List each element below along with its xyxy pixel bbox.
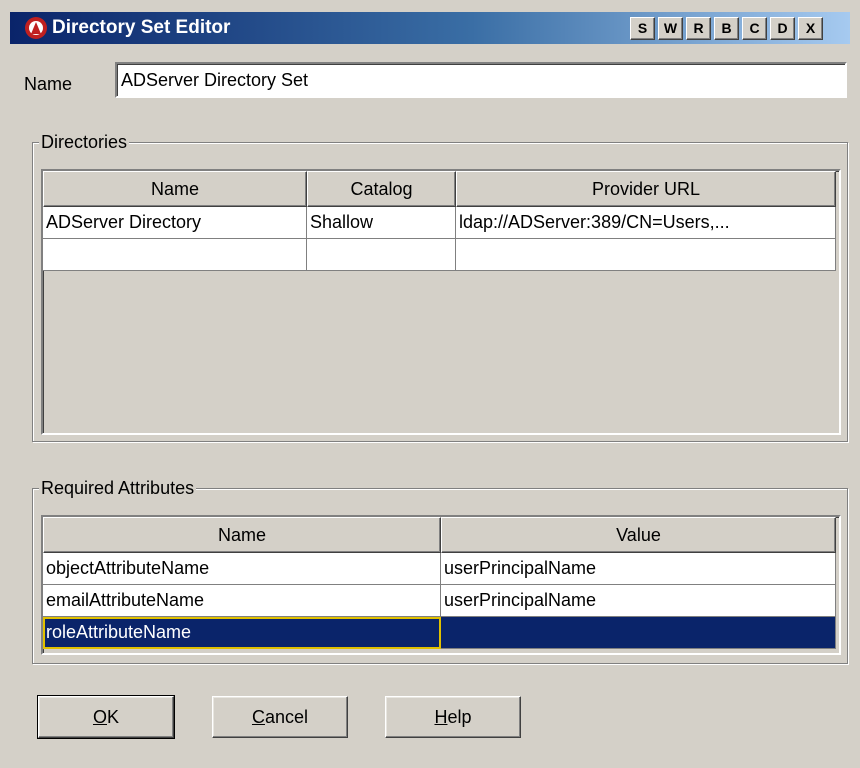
help-button-mnemonic: H bbox=[434, 707, 448, 727]
directory-provider-url-cell[interactable] bbox=[456, 239, 836, 271]
attribute-value-cell[interactable] bbox=[441, 617, 836, 649]
directory-name-cell[interactable]: ADServer Directory bbox=[43, 207, 307, 239]
attribute-name-cell[interactable]: objectAttributeName bbox=[43, 553, 441, 585]
attribute-value-cell[interactable]: userPrincipalName bbox=[441, 553, 836, 585]
window-title: Directory Set Editor bbox=[52, 17, 231, 38]
attribute-value-cell[interactable]: userPrincipalName bbox=[441, 585, 836, 617]
title-button-d[interactable]: D bbox=[770, 17, 795, 40]
cancel-button[interactable]: Cancel bbox=[212, 696, 348, 738]
directories-table-header: Name Catalog Provider URL bbox=[43, 171, 836, 207]
required-attributes-group: Required Attributes Name Value objectAtt… bbox=[32, 476, 848, 664]
attribute-name-cell[interactable]: emailAttributeName bbox=[43, 585, 441, 617]
title-button-s[interactable]: S bbox=[630, 17, 655, 40]
ok-button[interactable]: OK bbox=[37, 695, 175, 739]
title-button-w[interactable]: W bbox=[658, 17, 683, 40]
required-attributes-legend: Required Attributes bbox=[39, 476, 197, 500]
title-button-r[interactable]: R bbox=[686, 17, 711, 40]
help-button-label: elp bbox=[447, 707, 472, 727]
name-label: Name bbox=[24, 74, 73, 94]
table-row[interactable]: emailAttributeName userPrincipalName bbox=[43, 585, 836, 617]
table-row[interactable] bbox=[43, 239, 836, 271]
directory-set-editor-window: Directory Set Editor S W R B C D X Name … bbox=[0, 0, 860, 768]
directory-catalog-cell[interactable]: Shallow bbox=[307, 207, 456, 239]
directories-legend: Directories bbox=[39, 130, 130, 154]
ok-button-label: K bbox=[107, 707, 120, 727]
table-row[interactable]: ADServer Directory Shallow ldap://ADServ… bbox=[43, 207, 836, 239]
ok-button-mnemonic: O bbox=[92, 707, 107, 727]
title-bar-buttons: S W R B C D X bbox=[630, 17, 823, 40]
title-button-b[interactable]: B bbox=[714, 17, 739, 40]
column-header-name[interactable]: Name bbox=[43, 171, 307, 207]
column-header-value[interactable]: Value bbox=[441, 517, 836, 553]
close-button[interactable]: X bbox=[798, 17, 823, 40]
table-row-selected[interactable]: roleAttributeName bbox=[43, 617, 836, 649]
directory-provider-url-cell[interactable]: ldap://ADServer:389/CN=Users,... bbox=[456, 207, 836, 239]
title-bar[interactable]: Directory Set Editor S W R B C D X bbox=[10, 12, 850, 44]
column-header-name[interactable]: Name bbox=[43, 517, 441, 553]
directories-group: Directories Name Catalog Provider URL AD… bbox=[32, 130, 848, 442]
app-logo-icon bbox=[25, 17, 47, 39]
column-header-catalog[interactable]: Catalog bbox=[307, 171, 456, 207]
attribute-name-cell[interactable]: roleAttributeName bbox=[43, 617, 441, 649]
directory-catalog-cell[interactable] bbox=[307, 239, 456, 271]
directories-table[interactable]: Name Catalog Provider URL ADServer Direc… bbox=[41, 169, 841, 435]
help-button[interactable]: Help bbox=[385, 696, 521, 738]
cancel-button-label: ancel bbox=[264, 707, 309, 727]
table-row[interactable]: objectAttributeName userPrincipalName bbox=[43, 553, 836, 585]
title-button-c[interactable]: C bbox=[742, 17, 767, 40]
name-input[interactable] bbox=[115, 62, 847, 98]
cancel-button-mnemonic: C bbox=[251, 707, 265, 727]
directory-name-cell[interactable] bbox=[43, 239, 307, 271]
required-attributes-table-header: Name Value bbox=[43, 517, 836, 553]
required-attributes-table[interactable]: Name Value objectAttributeName userPrinc… bbox=[41, 515, 841, 655]
column-header-provider-url[interactable]: Provider URL bbox=[456, 171, 836, 207]
